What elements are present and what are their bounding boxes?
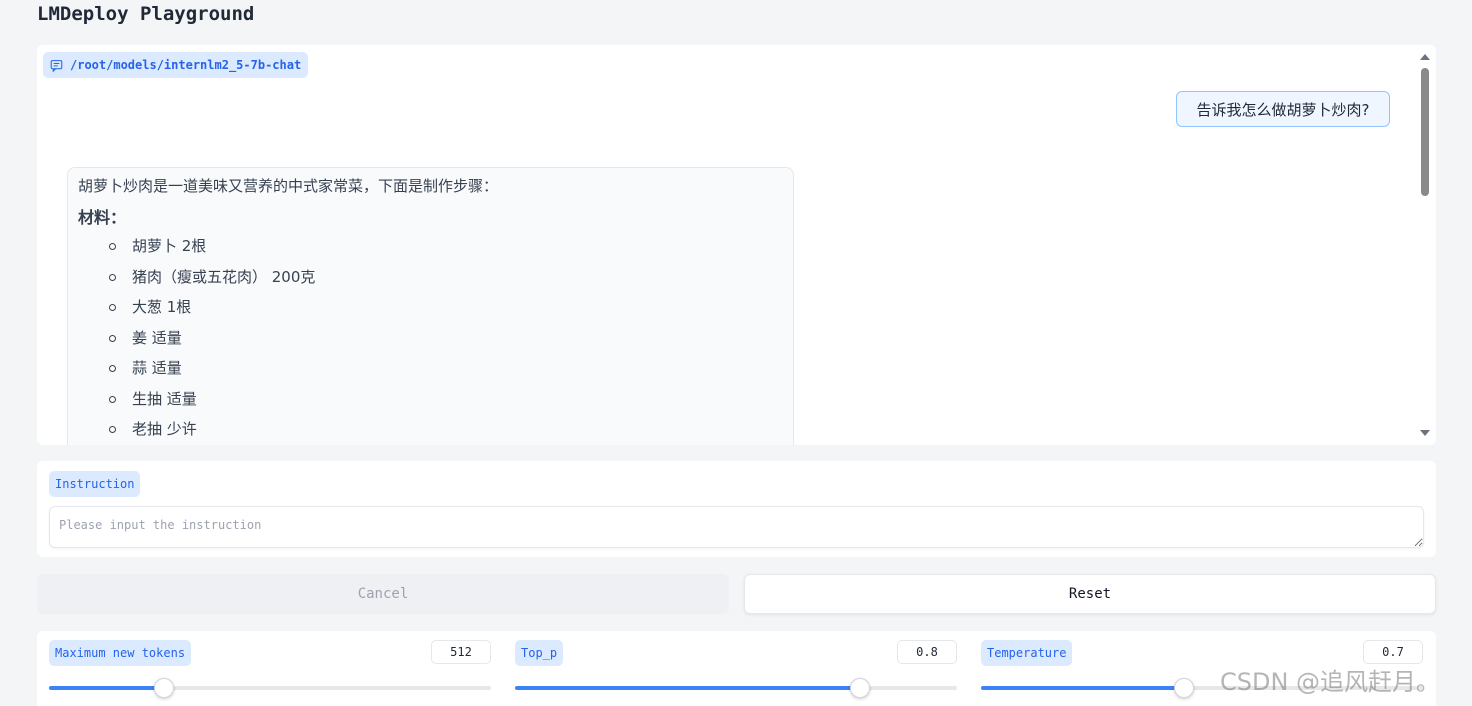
instruction-panel: Instruction [37, 461, 1436, 557]
temperature-slider-thumb[interactable] [1174, 678, 1195, 698]
list-item: 生抽 适量 [78, 387, 783, 418]
max-new-tokens-label: Maximum new tokens [49, 640, 192, 666]
top-p-label: Top_p [515, 640, 564, 666]
top-p-param: Top_p 0.8 [515, 631, 957, 706]
top-p-slider-thumb[interactable] [849, 678, 870, 698]
chat-scrollbar[interactable] [1418, 49, 1430, 441]
ingredient-list: 胡萝卜 2根 猪肉（瘦或五花肉） 200克 大葱 1根 姜 适量 蒜 适量 生抽… [78, 234, 783, 445]
max-new-tokens-value[interactable]: 512 [431, 640, 491, 664]
model-label: /root/models/internlm2_5-7b-chat [70, 58, 302, 72]
list-item: 蒜 适量 [78, 356, 783, 387]
instruction-input[interactable] [49, 506, 1424, 548]
user-message: 告诉我怎么做胡萝卜炒肉? [1176, 91, 1390, 127]
list-item: 胡萝卜 2根 [78, 234, 783, 265]
temperature-label: Temperature [981, 640, 1073, 666]
top-p-slider-fill [515, 686, 860, 690]
list-item: 猪肉（瘦或五花肉） 200克 [78, 265, 783, 296]
scroll-thumb[interactable] [1421, 68, 1429, 196]
model-label-tag: /root/models/internlm2_5-7b-chat [43, 52, 309, 78]
chatbot-panel: /root/models/internlm2_5-7b-chat 告诉我怎么做胡… [37, 45, 1436, 445]
max-new-tokens-param: Maximum new tokens 512 [49, 631, 491, 706]
bot-message-heading: 材料： [78, 208, 127, 227]
list-item: 姜 适量 [78, 326, 783, 357]
top-p-value[interactable]: 0.8 [897, 640, 957, 664]
bot-message-intro: 胡萝卜炒肉是一道美味又营养的中式家常菜，下面是制作步骤： [78, 177, 499, 195]
list-item: 大葱 1根 [78, 295, 783, 326]
app-title: LMDeploy Playground [37, 3, 255, 25]
cancel-button[interactable]: Cancel [37, 574, 729, 614]
max-new-tokens-slider-fill [49, 686, 164, 690]
watermark: CSDN @追风赶月。 [1220, 668, 1441, 696]
instruction-label: Instruction [49, 471, 141, 497]
scroll-up-arrow-icon[interactable] [1420, 54, 1430, 60]
max-new-tokens-slider-thumb[interactable] [153, 678, 174, 698]
temperature-slider-fill [981, 686, 1185, 690]
chat-icon [50, 59, 63, 72]
top-p-slider[interactable] [515, 678, 957, 698]
bot-message: 胡萝卜炒肉是一道美味又营养的中式家常菜，下面是制作步骤： 材料： 胡萝卜 2根 … [67, 167, 794, 445]
reset-button[interactable]: Reset [744, 574, 1436, 614]
max-new-tokens-slider[interactable] [49, 678, 491, 698]
scroll-down-arrow-icon[interactable] [1420, 430, 1430, 436]
list-item: 老抽 少许 [78, 417, 783, 445]
temperature-value[interactable]: 0.7 [1363, 640, 1423, 664]
